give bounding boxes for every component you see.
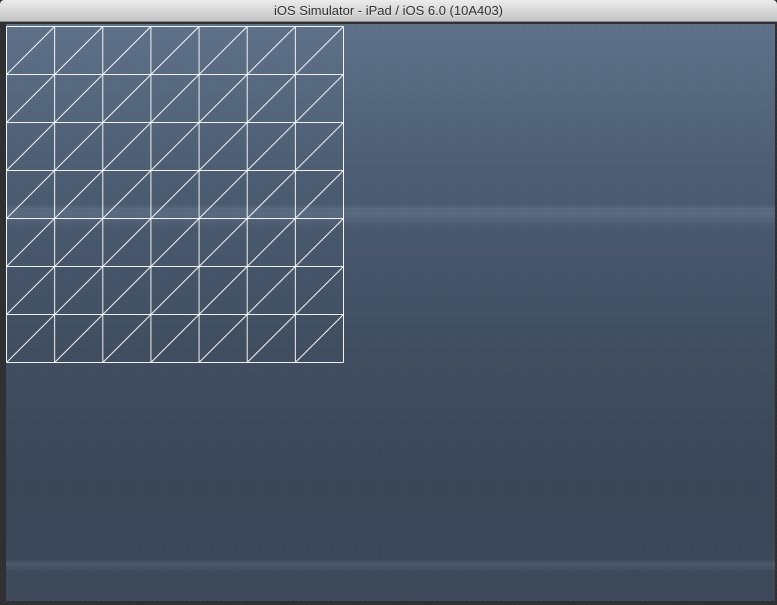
mesh-diagonal-line [295, 314, 344, 363]
mesh-diagonal-line [198, 170, 248, 219]
window-title: iOS Simulator - iPad / iOS 6.0 (10A403) [273, 3, 504, 18]
mesh-diagonal-line [295, 266, 344, 315]
mesh-diagonal-line [54, 74, 104, 123]
simulator-screen[interactable] [6, 24, 775, 601]
mesh-diagonal-line [54, 218, 104, 267]
mesh-diagonal-line [295, 26, 344, 75]
mesh-diagonal-line [54, 26, 104, 75]
mesh-diagonal-line [150, 218, 200, 267]
mesh-diagonal-line [198, 26, 248, 75]
mesh-diagonal-line [198, 74, 248, 123]
mesh-diagonal-line [102, 266, 152, 315]
mesh-diagonal-line [295, 170, 344, 219]
mesh-diagonal-line [246, 266, 296, 315]
simulator-window: iOS Simulator - iPad / iOS 6.0 (10A403) [0, 0, 777, 605]
mesh-diagonal-line [198, 266, 248, 315]
mesh-diagonal-line [150, 314, 200, 363]
mesh-diagonal-line [102, 314, 152, 363]
mesh-diagonal-line [150, 26, 200, 75]
mesh-diagonal-line [6, 170, 55, 219]
mesh-diagonal-line [54, 266, 104, 315]
mesh-diagonal-line [6, 266, 55, 315]
mesh-diagonal-line [150, 170, 200, 219]
window-titlebar[interactable]: iOS Simulator - iPad / iOS 6.0 (10A403) [0, 0, 777, 22]
mesh-diagonal-line [150, 74, 200, 123]
mesh-diagonal-line [198, 218, 248, 267]
mesh-diagonal-line [246, 170, 296, 219]
mesh-diagonal-line [198, 314, 248, 363]
mesh-diagonal-line [102, 218, 152, 267]
mesh-diagonal-line [102, 26, 152, 75]
mesh-diagonal-line [246, 74, 296, 123]
mesh-diagonal-line [102, 170, 152, 219]
mesh-diagonal-line [198, 122, 248, 171]
mesh-diagonal-line [6, 74, 55, 123]
mesh-diagonal-line [295, 122, 344, 171]
mesh-diagonal-line [54, 170, 104, 219]
mesh-diagonal-line [246, 122, 296, 171]
triangle-mesh-grid [6, 26, 344, 363]
mesh-diagonal-line [6, 314, 55, 363]
mesh-diagonal-line [295, 218, 344, 267]
mesh-diagonal-line [6, 218, 55, 267]
mesh-diagonal-line [246, 314, 296, 363]
mesh-diagonal-line [102, 122, 152, 171]
mesh-diagonal-line [295, 74, 344, 123]
mesh-diagonal-line [6, 26, 55, 75]
mesh-diagonal-line [246, 26, 296, 75]
mesh-diagonal-line [150, 122, 200, 171]
mesh-diagonal-line [102, 74, 152, 123]
mesh-diagonal-line [54, 314, 104, 363]
mesh-diagonal-line [54, 122, 104, 171]
mesh-diagonal-line [6, 122, 55, 171]
mesh-diagonal-line [150, 266, 200, 315]
mesh-diagonal-line [246, 218, 296, 267]
